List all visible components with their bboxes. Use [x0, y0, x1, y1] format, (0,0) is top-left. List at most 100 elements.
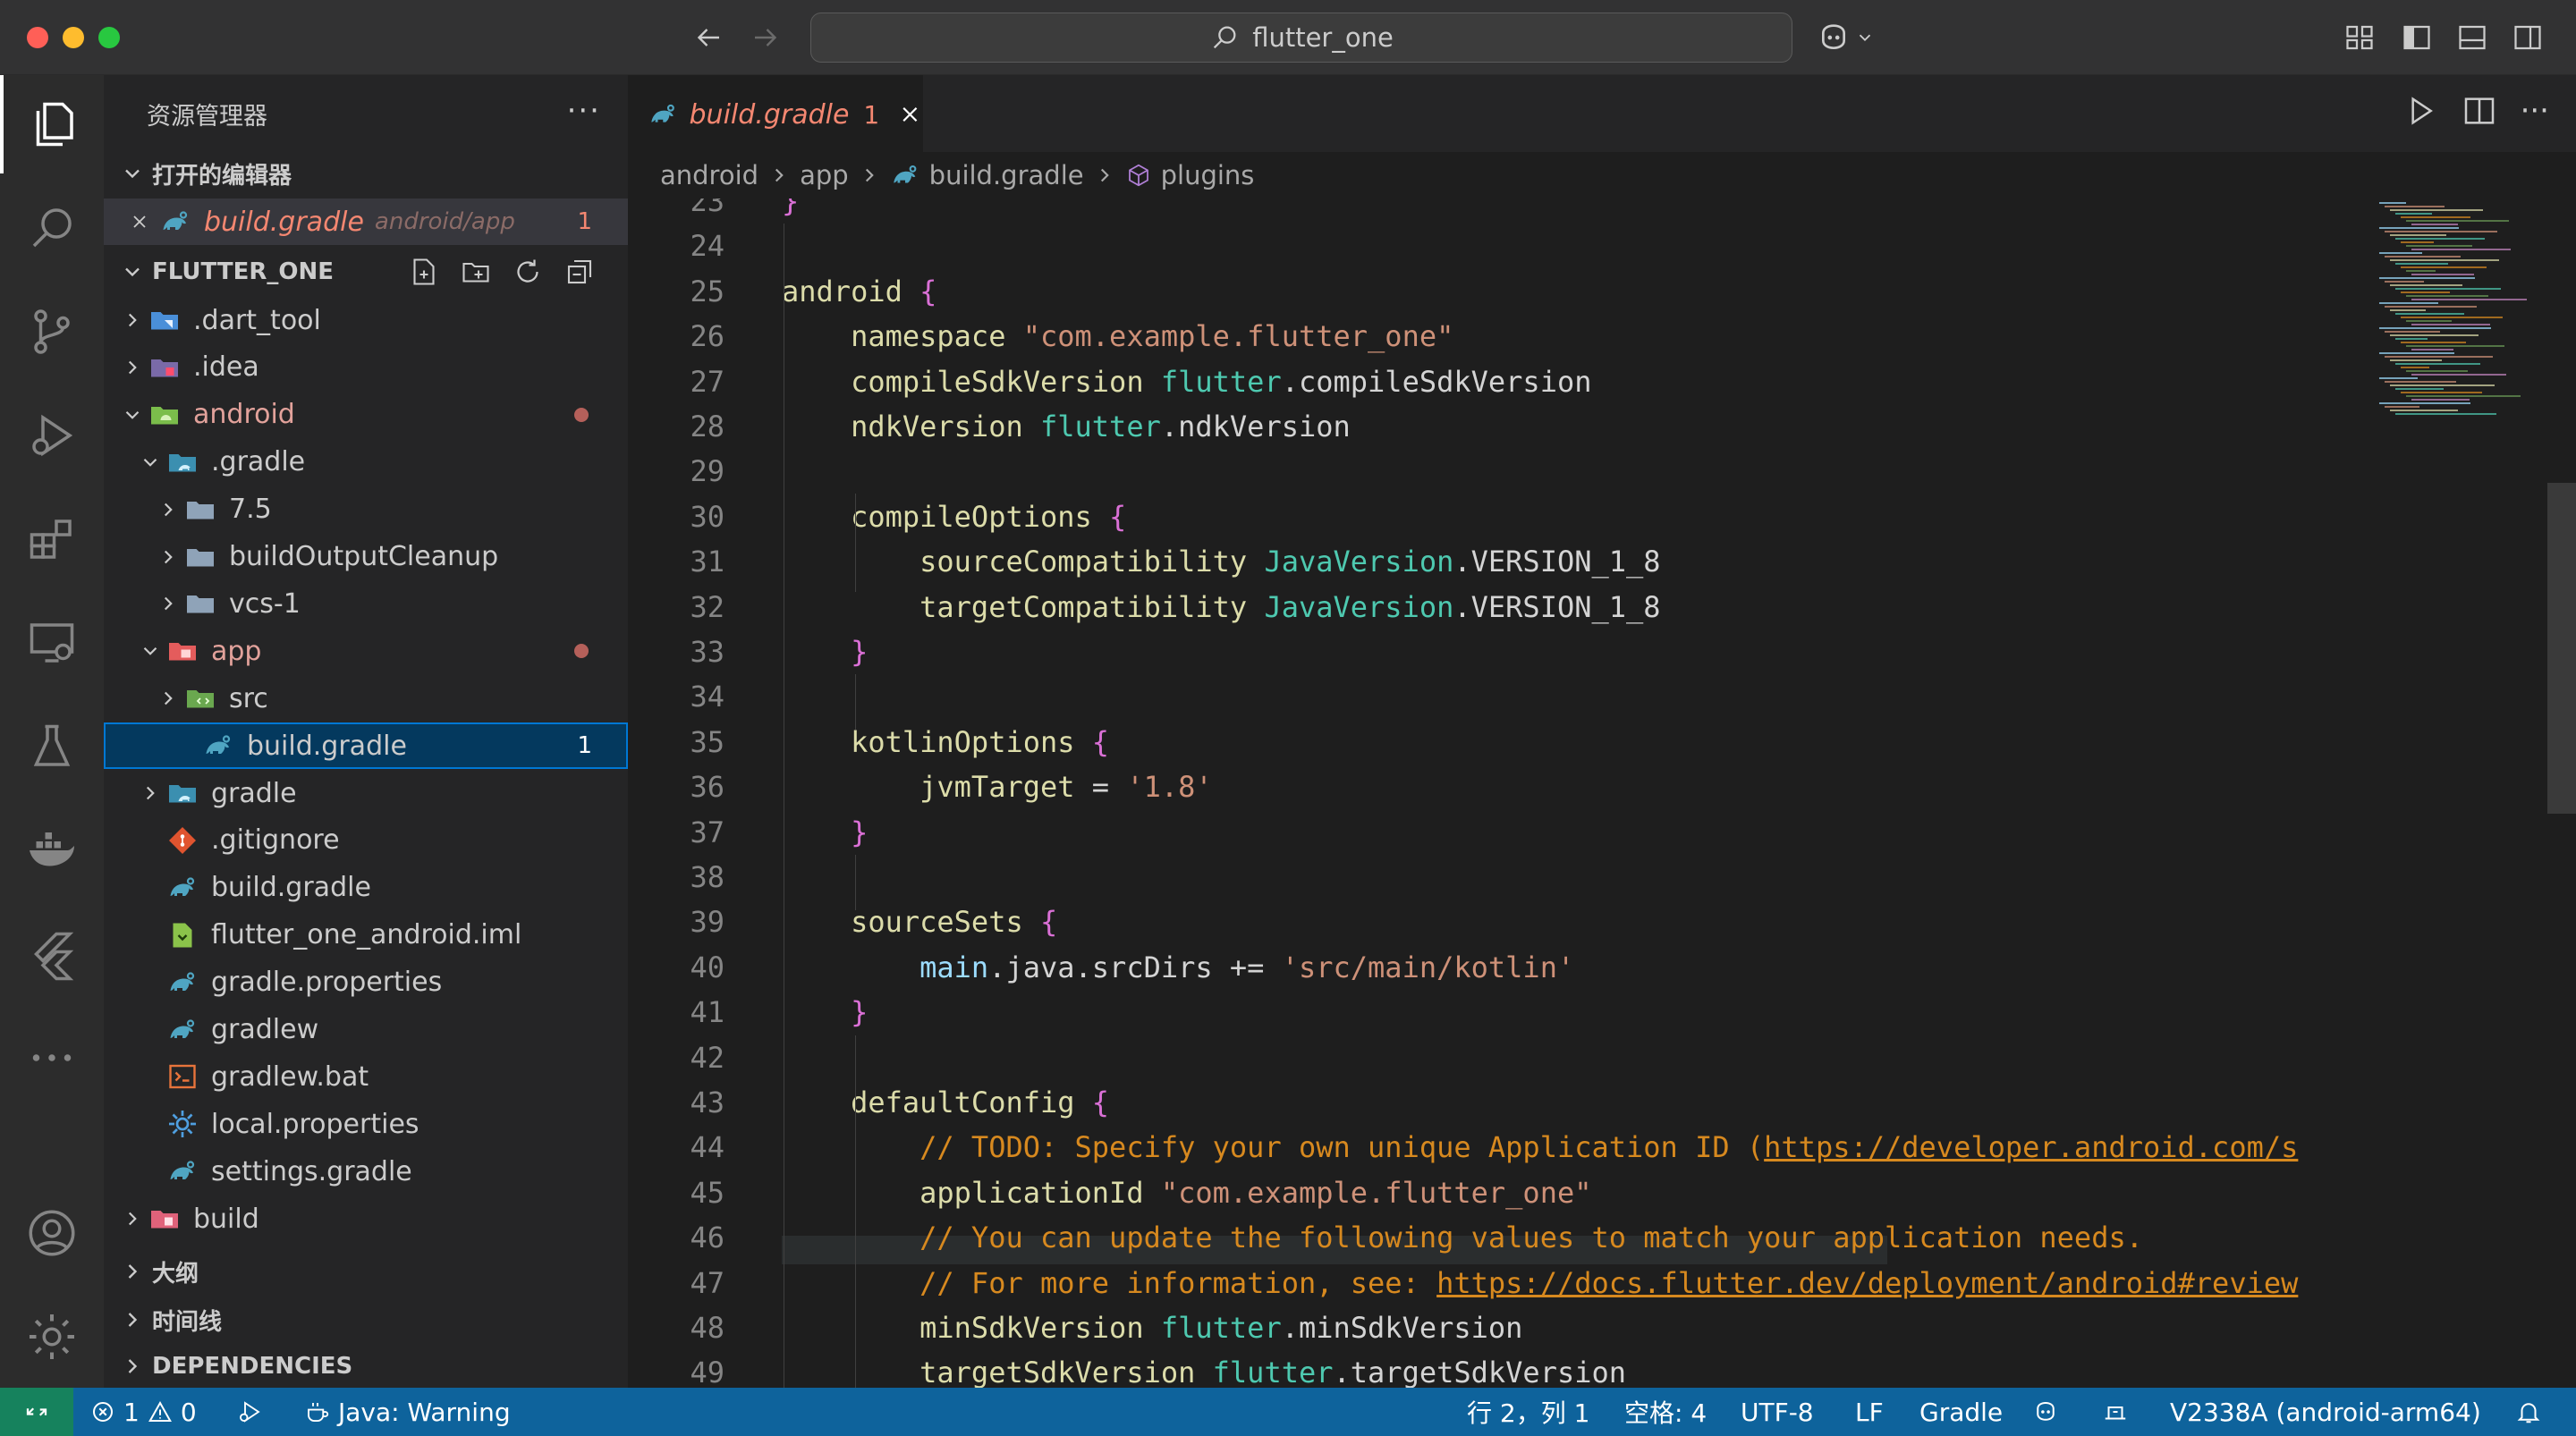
tree-file-item[interactable]: settings.gradle	[104, 1148, 628, 1195]
more-actions-icon[interactable]: ···	[2521, 93, 2549, 129]
close-icon[interactable]	[104, 211, 157, 232]
chevron-down-icon[interactable]	[118, 392, 147, 438]
indentation-status[interactable]: 空格: 4	[1624, 1388, 1707, 1436]
tree-folder-item[interactable]: build	[104, 1195, 628, 1242]
tree-chevron-spacer	[136, 1053, 165, 1100]
toggle-secondary-sidebar-button[interactable]	[2508, 18, 2547, 57]
chevron-right-icon[interactable]	[154, 580, 182, 627]
tab-build-gradle[interactable]: build.gradle 1	[628, 75, 923, 152]
toggle-panel-button[interactable]	[2453, 18, 2492, 57]
code-line: compileOptions {	[851, 499, 1127, 534]
java-status[interactable]: Java: Warning	[304, 1388, 511, 1436]
encoding-status[interactable]: UTF-8	[1741, 1388, 1814, 1436]
notifications-button[interactable]	[2515, 1388, 2542, 1436]
problems-indicator[interactable]: 1 0	[89, 1388, 197, 1436]
new-file-icon[interactable]	[408, 256, 440, 288]
debug-status[interactable]	[236, 1388, 263, 1436]
minimize-window-button[interactable]	[63, 27, 84, 48]
tree-folder-item[interactable]: 7.5	[104, 486, 628, 533]
copilot-menu-button[interactable]	[1816, 18, 1887, 57]
tree-folder-item[interactable]: android	[104, 392, 628, 438]
explorer-more-button[interactable]: ···	[567, 93, 601, 129]
chevron-right-icon[interactable]	[118, 344, 147, 391]
tree-folder-item[interactable]: .dart_tool	[104, 297, 628, 343]
timeline-section-header[interactable]: 时间线	[104, 1297, 628, 1343]
tree-file-item[interactable]: flutter_one_android.iml	[104, 912, 628, 959]
tree-folder-item[interactable]: gradle	[104, 770, 628, 816]
breadcrumb-item[interactable]: android	[660, 160, 758, 190]
explorer-activity[interactable]	[0, 75, 104, 173]
command-center-search[interactable]: flutter_one	[810, 13, 1792, 63]
extensions-activity[interactable]	[0, 490, 104, 588]
collapse-all-icon[interactable]	[564, 256, 596, 288]
tree-folder-item[interactable]: src	[104, 675, 628, 722]
line-number: 35	[690, 724, 724, 759]
maximize-window-button[interactable]	[98, 27, 120, 48]
eol-status[interactable]: LF	[1855, 1388, 1884, 1436]
folder-icon	[182, 539, 218, 575]
breadcrumb-item[interactable]: app	[800, 160, 849, 190]
tree-folder-item[interactable]: .idea	[104, 344, 628, 391]
chevron-right-icon[interactable]	[154, 534, 182, 580]
chevron-right-icon[interactable]	[154, 675, 182, 722]
tree-file-item[interactable]: gradlew	[104, 1007, 628, 1053]
tree-file-item[interactable]: build.gradle	[104, 865, 628, 911]
open-editor-item[interactable]: build.gradle android/app 1	[104, 199, 628, 245]
docker-activity[interactable]	[0, 801, 104, 900]
breadcrumb-item[interactable]: plugins	[1161, 160, 1255, 190]
code-editor[interactable]: 23} 24 25 android {26 namespace "com.exampl…	[628, 199, 2372, 1388]
chevron-down-icon[interactable]	[136, 439, 165, 486]
device-status[interactable]	[2102, 1388, 2129, 1436]
tree-folder-item[interactable]: app	[104, 628, 628, 674]
source-control-activity[interactable]	[0, 283, 104, 381]
chevron-right-icon[interactable]	[118, 1195, 147, 1242]
close-icon[interactable]	[897, 101, 923, 128]
search-icon	[32, 208, 72, 248]
tree-file-item[interactable]: .gitignore	[104, 817, 628, 864]
workspace-header[interactable]: FLUTTER_ONE	[104, 249, 628, 295]
back-button[interactable]	[689, 18, 728, 57]
tree-file-item[interactable]: local.properties	[104, 1101, 628, 1147]
remote-indicator[interactable]	[0, 1388, 73, 1436]
vertical-scrollbar[interactable]	[2547, 483, 2576, 814]
tree-folder-item[interactable]: .gradle	[104, 439, 628, 486]
chevron-right-icon[interactable]	[118, 297, 147, 343]
breadcrumb-item[interactable]: build.gradle	[929, 160, 1084, 190]
minimap-line	[2411, 249, 2511, 250]
language-mode[interactable]: Gradle	[1919, 1388, 2003, 1436]
split-editor-icon[interactable]	[2462, 93, 2497, 129]
refresh-icon[interactable]	[512, 256, 544, 288]
cursor-position[interactable]: 行 2，列 1	[1467, 1388, 1589, 1436]
dependencies-section-header[interactable]: DEPENDENCIES	[104, 1343, 628, 1390]
flutter-activity[interactable]	[0, 905, 104, 1003]
tree-folder-item[interactable]: buildOutputCleanup	[104, 534, 628, 580]
search-activity[interactable]	[0, 179, 104, 277]
more-activity[interactable]	[0, 1009, 104, 1107]
copilot-status[interactable]	[2032, 1388, 2059, 1436]
remote-explorer-activity[interactable]	[0, 594, 104, 692]
chevron-right-icon[interactable]	[154, 486, 182, 533]
outline-section-header[interactable]: 大纲	[104, 1248, 628, 1295]
gradle-file-icon	[165, 965, 200, 1001]
minimap[interactable]	[2370, 199, 2531, 1388]
open-editors-header[interactable]: 打开的编辑器	[104, 150, 628, 197]
accounts-activity[interactable]	[0, 1184, 104, 1282]
run-debug-activity[interactable]	[0, 386, 104, 485]
code-line: ndkVersion flutter.ndkVersion	[851, 410, 1351, 443]
manage-activity[interactable]	[0, 1288, 104, 1386]
minimap-line	[2395, 213, 2432, 215]
testing-activity[interactable]	[0, 697, 104, 796]
device-selector[interactable]: V2338A (android-arm64)	[2170, 1388, 2481, 1436]
toggle-primary-sidebar-button[interactable]	[2397, 18, 2436, 57]
tree-folder-item[interactable]: vcs-1	[104, 580, 628, 627]
run-icon[interactable]	[2402, 93, 2438, 129]
chevron-down-icon[interactable]	[136, 628, 165, 674]
new-folder-icon[interactable]	[460, 256, 492, 288]
customize-layout-button[interactable]	[2340, 18, 2379, 57]
chevron-right-icon[interactable]	[136, 770, 165, 816]
close-window-button[interactable]	[27, 27, 48, 48]
forward-button[interactable]	[746, 18, 785, 57]
tree-file-item[interactable]: build.gradle 1	[104, 722, 628, 770]
tree-file-item[interactable]: gradle.properties	[104, 959, 628, 1006]
tree-file-item[interactable]: gradlew.bat	[104, 1053, 628, 1100]
